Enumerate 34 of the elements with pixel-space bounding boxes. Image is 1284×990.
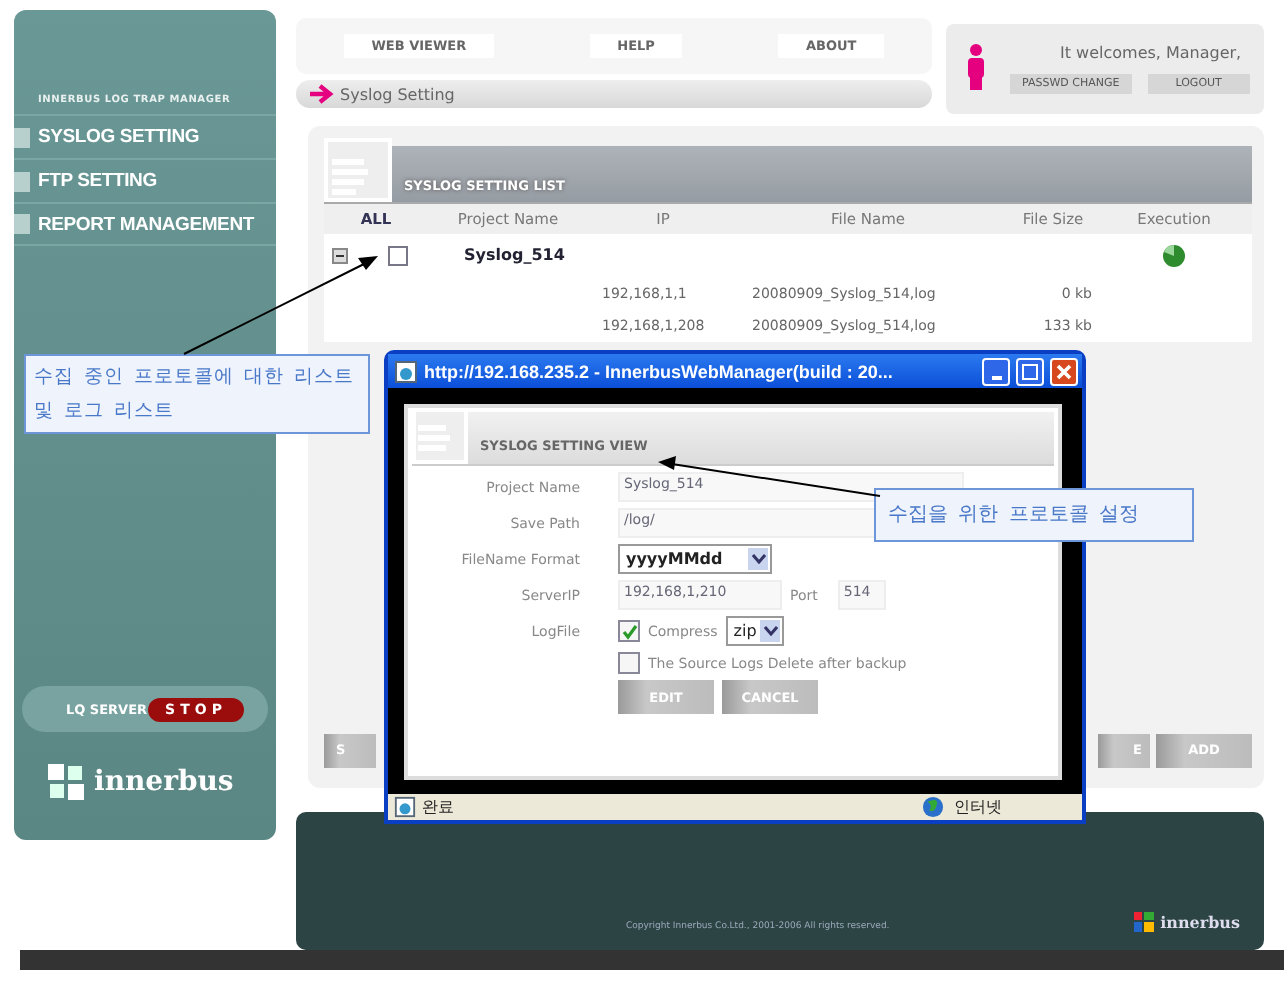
menu-item[interactable]: FTP SETTING: [14, 158, 276, 202]
close-button[interactable]: [1050, 357, 1078, 385]
compression-dropdown[interactable]: zip: [725, 616, 785, 646]
welcome-text: It welcomes, Manager,: [1058, 43, 1244, 62]
caret-icon: [763, 626, 778, 636]
caret-icon: [751, 554, 765, 564]
collapse-icon[interactable]: [332, 247, 348, 264]
checkbox[interactable]: [618, 652, 640, 674]
format-dropdown[interactable]: yyyyMMdd: [618, 544, 772, 574]
status-text: 완료: [422, 796, 454, 818]
checkbox[interactable]: [388, 245, 408, 266]
logo-icon: [46, 762, 86, 802]
logo-text: innerbus: [1160, 912, 1240, 932]
minimize-button[interactable]: [982, 357, 1010, 385]
logo-icon: [1134, 912, 1155, 932]
page-icon: [394, 796, 416, 818]
page-icon: [394, 359, 418, 383]
maximize-button[interactable]: [1016, 357, 1044, 385]
maximize-icon: [1022, 363, 1038, 379]
menu-item[interactable]: SYSLOG SETTING: [14, 114, 276, 158]
arrow-icon: [310, 84, 334, 104]
menu-item[interactable]: REPORT MANAGEMENT: [14, 202, 276, 246]
logo-text: innerbus: [94, 766, 234, 798]
zone-text: 인터넷: [954, 796, 1002, 818]
checkbox[interactable]: [618, 620, 640, 642]
note-tooltip: 수집을 위한 프로토콜 설정: [874, 488, 1194, 542]
window-title: http://192.168.235.2 - InnerbusWebManager(build : 20...: [424, 361, 895, 381]
breadcrumb-text: Syslog Setting: [340, 85, 455, 103]
project-name[interactable]: Syslog_514: [428, 246, 588, 265]
note-tooltip: 수집 중인 프로토콜에 대한 리스트 및 로그 리스트: [24, 354, 370, 434]
person-icon: [966, 44, 986, 93]
globe-icon: [922, 796, 944, 818]
minimize-icon: [991, 375, 1001, 379]
close-icon: [1056, 363, 1072, 379]
